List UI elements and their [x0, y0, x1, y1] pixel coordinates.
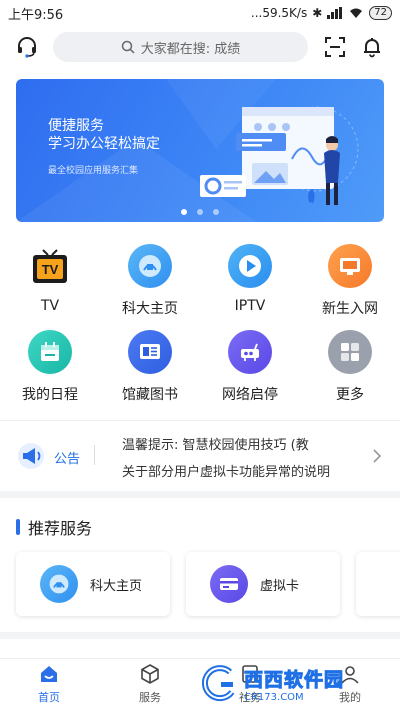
- announcement-line[interactable]: 关于部分用户虚拟卡功能异常的说明: [122, 461, 357, 480]
- search-bar[interactable]: 大家都在搜: 成绩: [53, 32, 308, 62]
- grid-item-label: 新生入网: [322, 301, 378, 317]
- banner-title: 便捷服务 学习办公轻松搞定: [48, 117, 160, 153]
- section-title-bar: [16, 519, 20, 535]
- service-card-label: 科大主页: [90, 578, 143, 594]
- grid-item-label: 科大主页: [122, 301, 178, 317]
- home-icon: [41, 666, 57, 682]
- grid-item-tv[interactable]: TV TV: [0, 244, 100, 314]
- watermark-logo: 西西软件园 CR173.COM: [200, 660, 390, 708]
- promo-banner[interactable]: 便捷服务 学习办公轻松搞定 最全校园应用服务汇集: [16, 79, 384, 222]
- banner-pagination: [16, 209, 384, 215]
- watermark-text: 西西软件园: [243, 669, 345, 692]
- new-student-network-icon: [328, 244, 372, 288]
- service-card-virtual-card[interactable]: 虚拟卡: [186, 552, 340, 616]
- announcement-line[interactable]: 温馨提示: 智慧校园使用技巧 (教: [122, 434, 357, 453]
- grid-item-label: 馆藏图书: [122, 387, 178, 403]
- service-card-campus-home[interactable]: 科大主页: [16, 552, 170, 616]
- megaphone-icon: [18, 443, 44, 469]
- campus-homepage-icon: [40, 565, 78, 603]
- grid-item-network[interactable]: 网络启停: [200, 330, 300, 404]
- status-indicators: ...59.5K/s ✱ 72: [251, 6, 392, 20]
- banner-subtitle: 最全校园应用服务汇集: [48, 166, 139, 176]
- grid-item-more[interactable]: 更多: [300, 330, 400, 404]
- announcement-label: 公告: [54, 452, 81, 467]
- library-books-icon: [128, 330, 172, 374]
- search-placeholder: 大家都在搜: 成绩: [140, 41, 241, 57]
- network-toggle-icon: [228, 330, 272, 374]
- tv-icon: TV: [28, 244, 72, 288]
- status-bar: 上午9:56 ...59.5K/s ✱ 72: [0, 0, 400, 26]
- service-card-partial[interactable]: [356, 552, 400, 616]
- grid-item-campus-home[interactable]: 科大主页: [100, 244, 200, 318]
- banner-dot[interactable]: [181, 209, 187, 215]
- announcement-separator: [94, 445, 95, 465]
- scan-icon[interactable]: [322, 34, 348, 60]
- section-gap: [0, 632, 400, 639]
- nav-tab-services[interactable]: 服务: [120, 663, 180, 705]
- calendar-icon: [28, 330, 72, 374]
- banner-title-line2: 学习办公轻松搞定: [48, 136, 160, 152]
- grid-item-new-student[interactable]: 新生入网: [300, 244, 400, 318]
- grid-item-iptv[interactable]: IPTV: [200, 244, 300, 314]
- section-gap: [0, 491, 400, 498]
- grid-item-label: 更多: [336, 387, 364, 403]
- top-header: 大家都在搜: 成绩: [0, 28, 400, 68]
- section-title-text: 推荐服务: [28, 519, 93, 538]
- nav-tab-label: 服务: [139, 691, 161, 704]
- grid-item-schedule[interactable]: 我的日程: [0, 330, 100, 404]
- battery-indicator: 72: [369, 6, 392, 20]
- grid-item-label: 网络启停: [222, 387, 278, 403]
- iptv-play-icon: [228, 244, 272, 288]
- bluetooth-icon: ✱: [312, 6, 323, 20]
- service-card-label: 虚拟卡: [260, 578, 300, 594]
- grid-item-label: TV: [40, 298, 60, 314]
- notification-bell-icon[interactable]: [359, 34, 385, 60]
- status-time: 上午9:56: [8, 7, 64, 23]
- section-title: 推荐服务: [16, 515, 92, 539]
- signal-icon: [327, 7, 343, 19]
- banner-dot[interactable]: [213, 209, 219, 215]
- search-icon: [121, 40, 135, 54]
- grid-item-label: 我的日程: [22, 387, 78, 403]
- network-speed: ...59.5K/s: [250, 6, 308, 20]
- nav-tab-home[interactable]: 首页: [19, 663, 79, 705]
- grid-item-library[interactable]: 馆藏图书: [100, 330, 200, 404]
- watermark-mark-icon: [201, 665, 235, 702]
- more-icon: [328, 330, 372, 374]
- grid-item-label: IPTV: [234, 298, 266, 314]
- watermark-url: CR173.COM: [244, 692, 304, 703]
- customer-service-icon[interactable]: [14, 34, 40, 60]
- announcement-bar[interactable]: 公告 温馨提示: 智慧校园使用技巧 (教 关于部分用户虚拟卡功能异常的说明: [0, 421, 400, 491]
- svg-text:TV: TV: [42, 262, 59, 277]
- wifi-icon: [350, 8, 363, 18]
- virtual-card-icon: [210, 565, 248, 603]
- cube-icon: [141, 664, 159, 684]
- campus-homepage-icon: [128, 244, 172, 288]
- banner-title-line1: 便捷服务: [48, 118, 104, 134]
- nav-tab-label: 首页: [38, 691, 60, 704]
- banner-dot[interactable]: [197, 209, 203, 215]
- chevron-right-icon[interactable]: [372, 448, 382, 464]
